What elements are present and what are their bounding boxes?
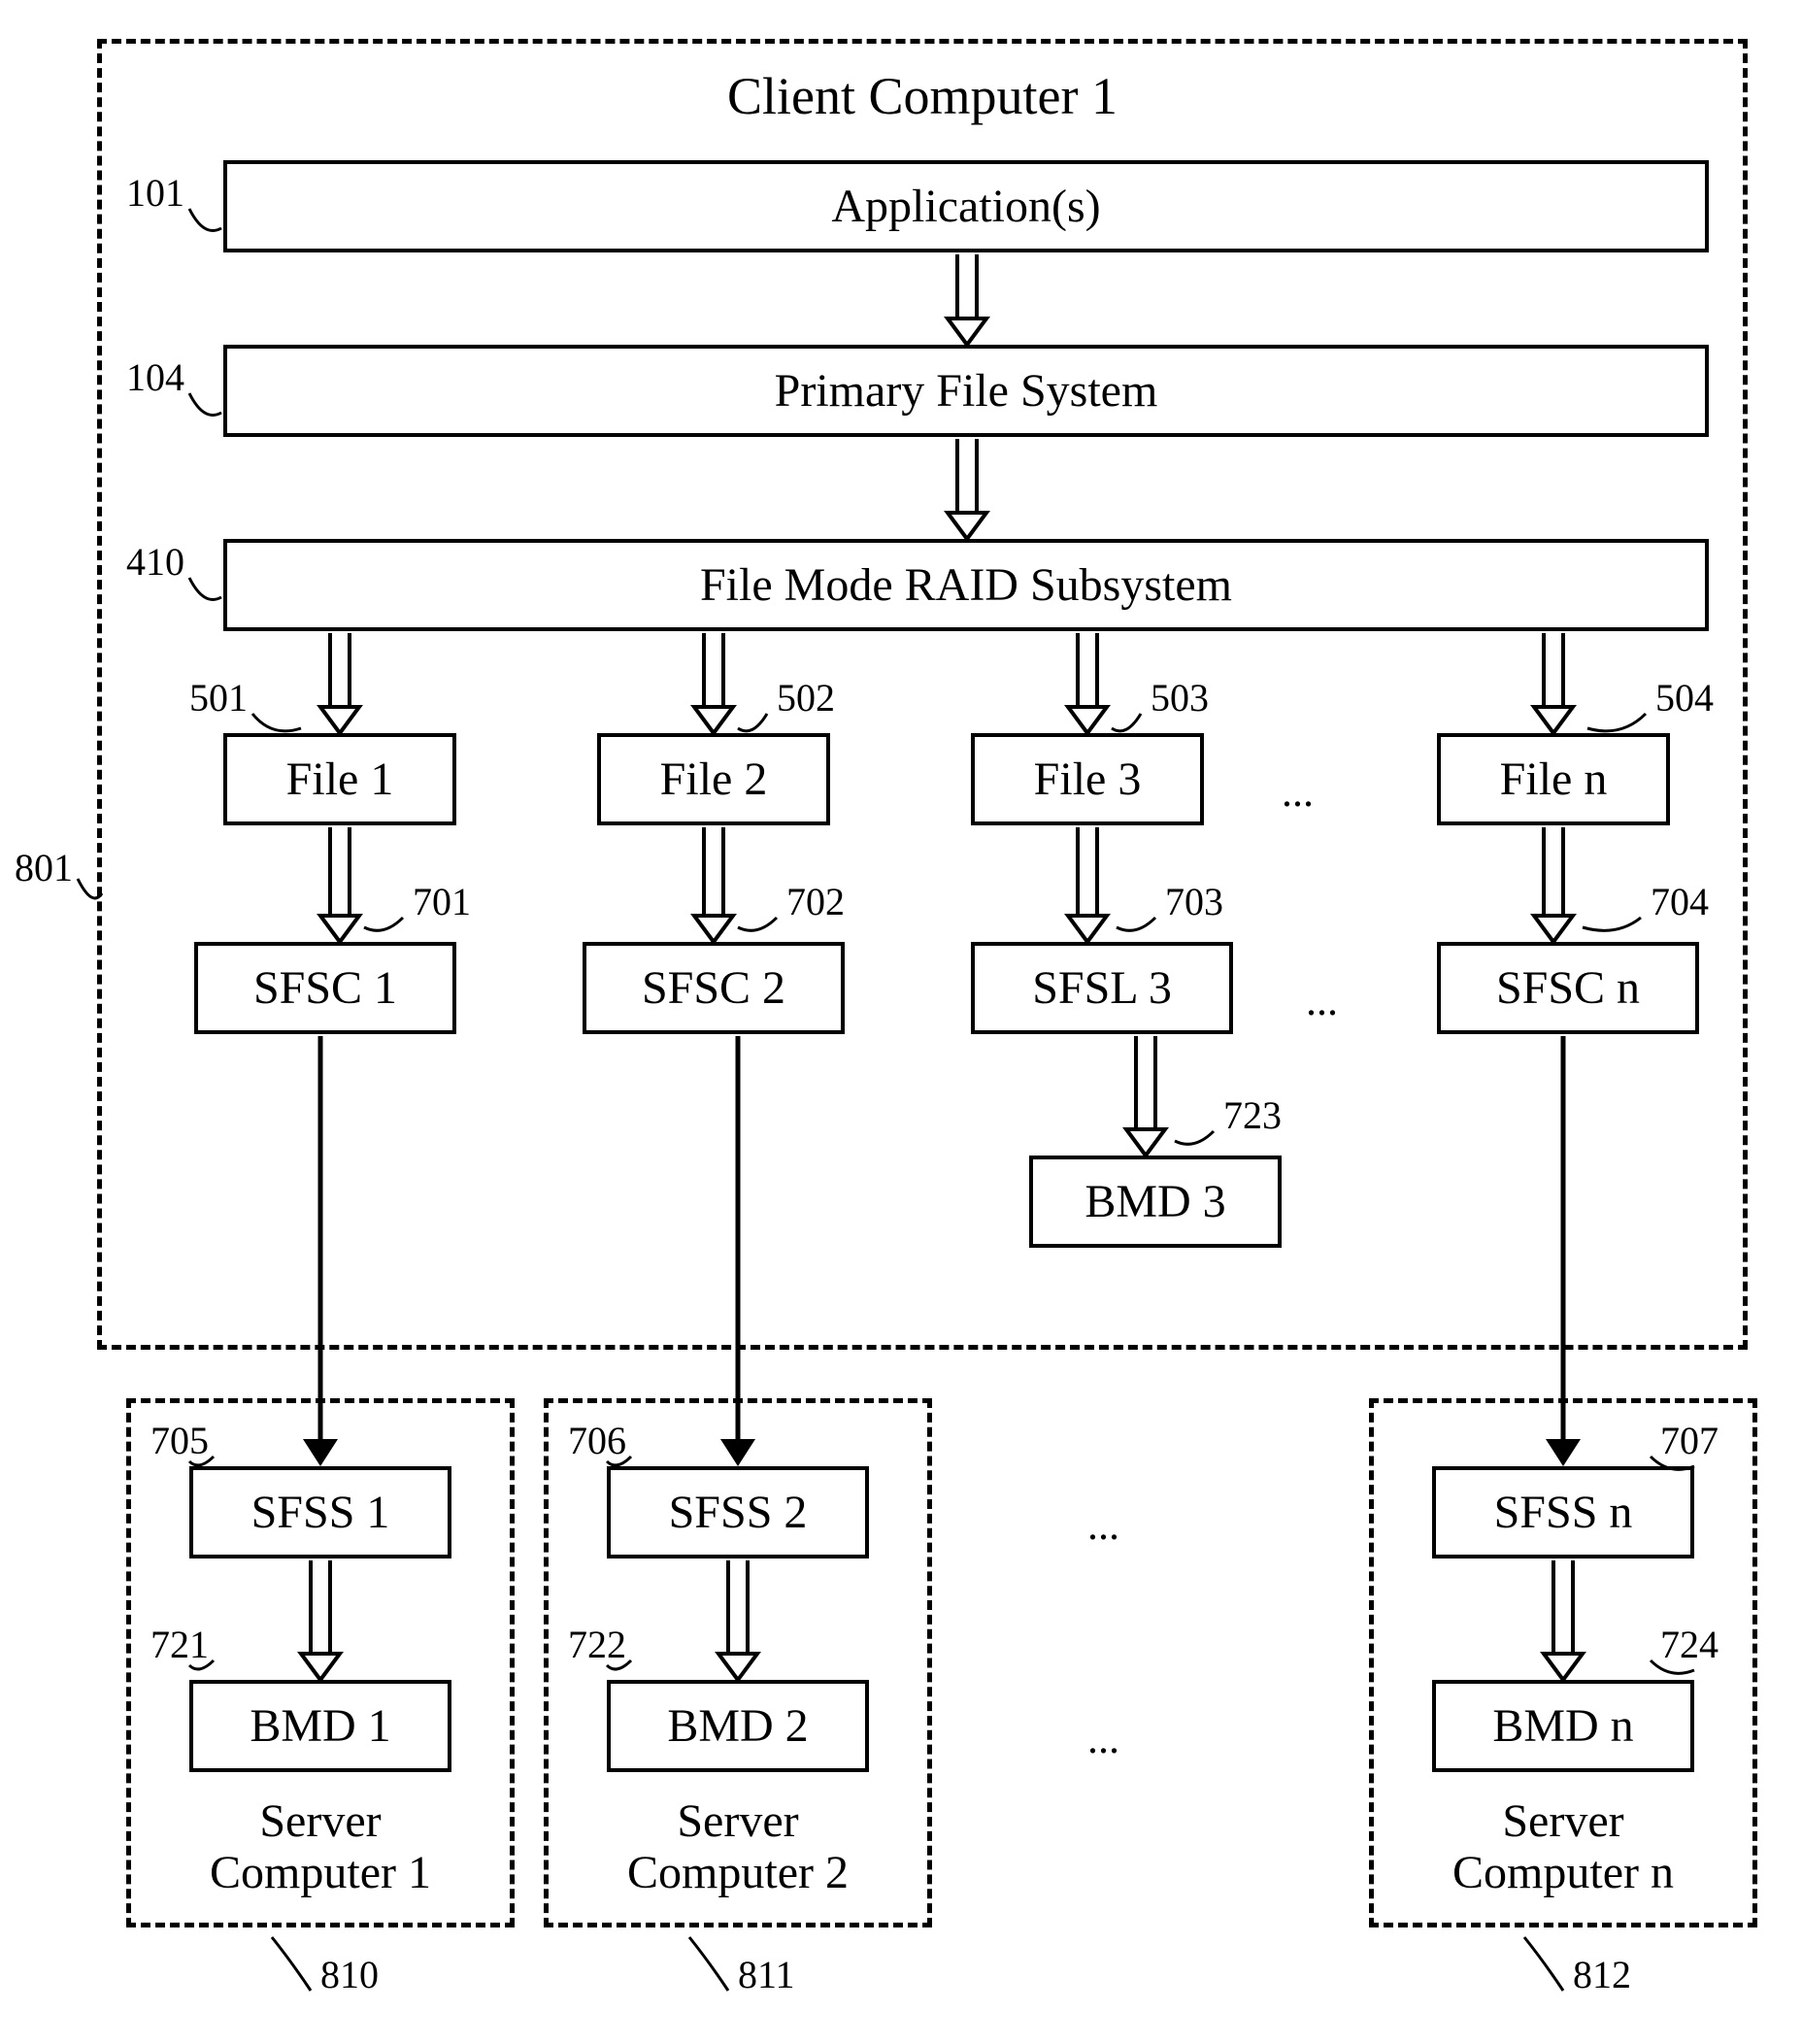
sfss1-box: SFSS 1 (189, 1466, 451, 1558)
client-title: Client Computer 1 (680, 68, 1165, 125)
ref-504: 504 (1655, 675, 1714, 720)
sfsc1-box: SFSC 1 (194, 942, 456, 1034)
sfscn-label: SFSC n (1496, 961, 1640, 1015)
filen-label: File n (1500, 753, 1608, 806)
bmd2-label: BMD 2 (667, 1699, 808, 1753)
sfsc2-box: SFSC 2 (583, 942, 845, 1034)
filen-box: File n (1437, 733, 1670, 825)
bmdn-box: BMD n (1432, 1680, 1694, 1772)
diagram-canvas: Client Computer 1 Application(s) Primary… (0, 0, 1802, 2044)
raid-label: File Mode RAID Subsystem (700, 558, 1232, 612)
bmd3-label: BMD 3 (1085, 1175, 1225, 1228)
ref-722: 722 (568, 1622, 626, 1667)
ellipsis-sfss: ... (1087, 1500, 1119, 1550)
ellipsis-sfsc: ... (1306, 976, 1338, 1025)
file2-box: File 2 (597, 733, 830, 825)
ref-801: 801 (15, 845, 73, 890)
ref-811: 811 (738, 1952, 795, 1997)
sfsc1-label: SFSC 1 (253, 961, 397, 1015)
file1-label: File 1 (286, 753, 394, 806)
bmd1-label: BMD 1 (250, 1699, 390, 1753)
sfscn-box: SFSC n (1437, 942, 1699, 1034)
primary-fs-label: Primary File System (775, 364, 1158, 418)
server1-label: Server Computer 1 (146, 1796, 495, 1899)
ref-724: 724 (1660, 1622, 1719, 1667)
file1-box: File 1 501 (223, 733, 456, 825)
sfssn-label: SFSS n (1494, 1486, 1633, 1539)
bmd2-box: BMD 2 (607, 1680, 869, 1772)
applications-box: Application(s) (223, 160, 1709, 252)
ref-502: 502 (777, 675, 835, 720)
ref-810: 810 (320, 1952, 379, 1997)
ref-706: 706 (568, 1418, 626, 1463)
file3-label: File 3 (1034, 753, 1142, 806)
ref-704: 704 (1651, 879, 1709, 924)
ref-702: 702 (786, 879, 845, 924)
raid-box: File Mode RAID Subsystem (223, 539, 1709, 631)
ref-721: 721 (150, 1622, 209, 1667)
sfsl3-label: SFSL 3 (1032, 961, 1172, 1015)
servern-label: Server Computer n (1388, 1796, 1738, 1899)
sfss2-box: SFSS 2 (607, 1466, 869, 1558)
ref-723: 723 (1223, 1092, 1282, 1138)
ref-101: 101 (126, 170, 184, 216)
ellipsis-bmd: ... (1087, 1714, 1119, 1763)
primary-fs-box: Primary File System (223, 345, 1709, 437)
sfss1-label: SFSS 1 (251, 1486, 390, 1539)
ref-705: 705 (150, 1418, 209, 1463)
bmdn-label: BMD n (1492, 1699, 1633, 1753)
sfssn-box: SFSS n (1432, 1466, 1694, 1558)
sfsl3-box: SFSL 3 (971, 942, 1233, 1034)
bmd3-box: BMD 3 (1029, 1156, 1282, 1248)
bmd1-box: BMD 1 (189, 1680, 451, 1772)
server2-label: Server Computer 2 (563, 1796, 913, 1899)
ref-503: 503 (1151, 675, 1209, 720)
ref-707: 707 (1660, 1418, 1719, 1463)
ellipsis-file: ... (1282, 767, 1314, 817)
sfss2-label: SFSS 2 (669, 1486, 808, 1539)
ref-812: 812 (1573, 1952, 1631, 1997)
sfsc2-label: SFSC 2 (642, 961, 785, 1015)
file3-box: File 3 (971, 733, 1204, 825)
applications-label: Application(s) (831, 180, 1100, 233)
ref-703: 703 (1165, 879, 1223, 924)
ref-501: 501 (189, 675, 248, 720)
ref-701: 701 (413, 879, 471, 924)
file2-label: File 2 (660, 753, 768, 806)
ref-410: 410 (126, 539, 184, 585)
ref-104: 104 (126, 354, 184, 400)
